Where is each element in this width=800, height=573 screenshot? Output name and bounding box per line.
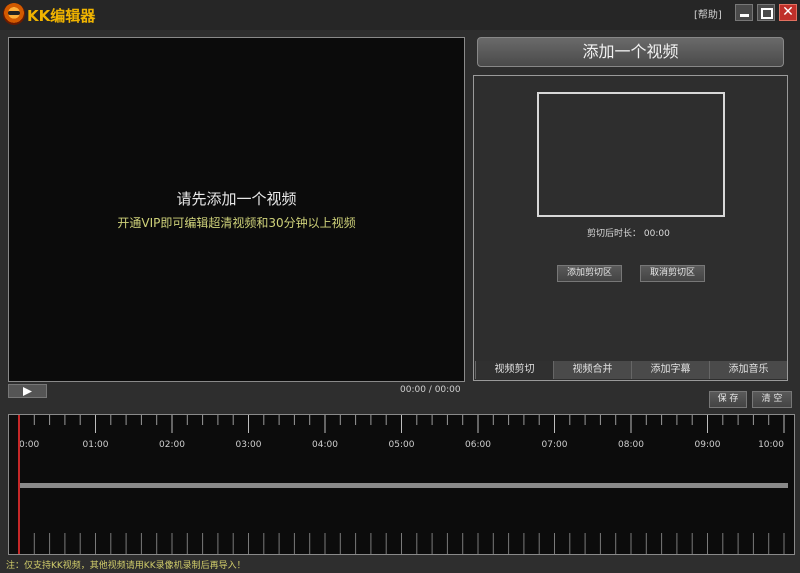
maximize-button[interactable] <box>757 4 775 21</box>
save-button[interactable]: 保 存 <box>709 391 747 408</box>
close-icon: ✕ <box>782 4 794 20</box>
maximize-icon <box>761 8 773 19</box>
tick-label: 08:00 <box>618 440 644 450</box>
tick-label: 10:00 <box>758 440 784 450</box>
tick-label: 06:00 <box>465 440 491 450</box>
clip-duration: 剪切后时长： 00:00 <box>587 229 670 239</box>
tab-add-music[interactable]: 添加音乐 <box>709 361 787 379</box>
tick-label: 09:00 <box>695 440 721 450</box>
minimize-icon <box>740 14 749 17</box>
video-preview: 请先添加一个视频 开通VIP即可编辑超清视频和30分钟以上视频 <box>8 37 465 382</box>
tick-label: 04:00 <box>312 440 338 450</box>
close-button[interactable]: ✕ <box>779 4 797 21</box>
timeline[interactable]: 0:00 01:00 02:00 03:00 04:00 05:00 06:00 07:00 0… <box>8 414 795 555</box>
tick-label: 05:00 <box>389 440 415 450</box>
tick-label: 07:00 <box>542 440 568 450</box>
vip-notice: 开通VIP即可编辑超清视频和30分钟以上视频 <box>117 216 356 230</box>
play-icon <box>23 387 32 396</box>
clear-button[interactable]: 清 空 <box>752 391 792 408</box>
minimize-button[interactable] <box>735 4 753 21</box>
playhead[interactable] <box>18 415 20 554</box>
tick-label: 03:00 <box>236 440 262 450</box>
tab-add-subtitle[interactable]: 添加字幕 <box>631 361 709 379</box>
timeline-ruler: 0:00 01:00 02:00 03:00 04:00 05:00 06:00 07:00 0… <box>18 415 788 554</box>
add-clip-button[interactable]: 添加剪切区 <box>557 265 622 282</box>
app-title: KK编辑器 <box>27 7 96 25</box>
tab-video-cut[interactable]: 视频剪切 <box>475 361 553 379</box>
add-video-button[interactable]: 添加一个视频 <box>477 37 784 67</box>
time-display: 00:00 / 00:00 <box>400 385 461 395</box>
cancel-clip-button[interactable]: 取消剪切区 <box>640 265 705 282</box>
tab-video-merge[interactable]: 视频合并 <box>553 361 631 379</box>
help-link[interactable]: [帮助] <box>694 6 722 21</box>
tick-label: 0:00 <box>19 440 39 450</box>
title-bar <box>0 0 800 30</box>
kk-logo-icon <box>3 3 25 25</box>
clip-preview <box>537 92 725 217</box>
tick-label: 02:00 <box>159 440 185 450</box>
preview-message: 请先添加一个视频 <box>176 190 297 208</box>
timeline-track[interactable] <box>19 483 788 488</box>
tick-label: 01:00 <box>83 440 109 450</box>
footer-note: 注：仅支持KK视频，其他视频请用KK录像机录制后再导入！ <box>6 561 246 571</box>
play-button[interactable] <box>8 384 47 398</box>
